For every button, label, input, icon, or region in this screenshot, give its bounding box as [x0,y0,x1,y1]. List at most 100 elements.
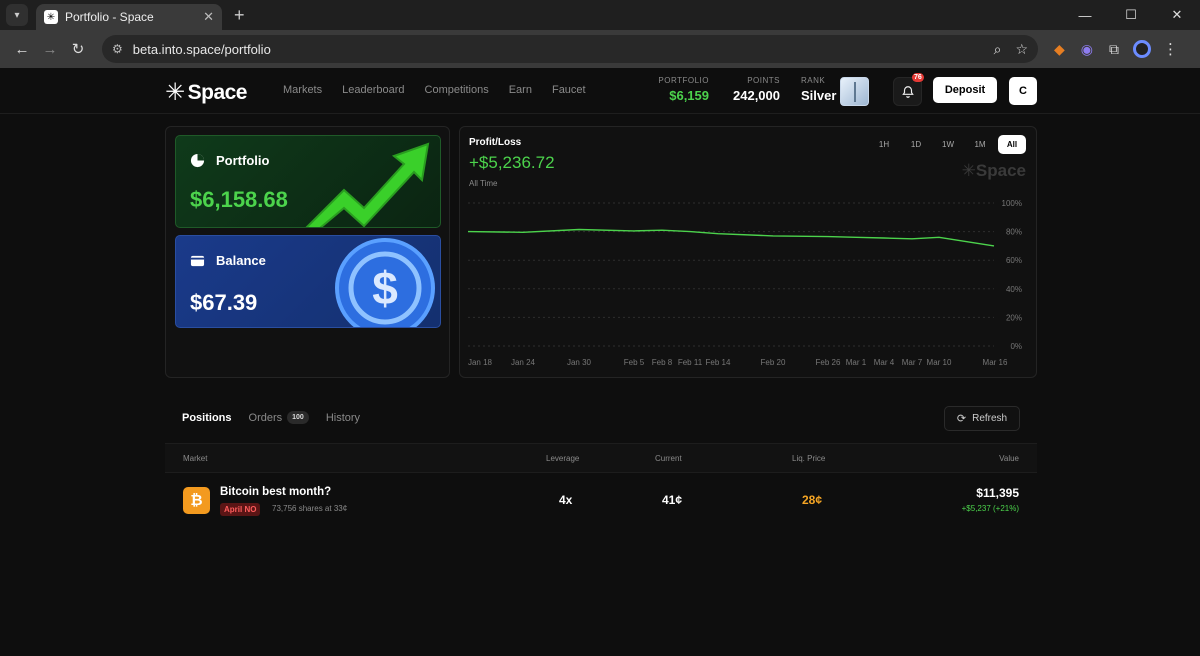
nav-faucet[interactable]: Faucet [552,84,586,96]
position-value: $11,395 [976,486,1019,500]
tab-orders[interactable]: Orders 100 [249,411,309,424]
pie-chart-icon [190,153,205,168]
bitcoin-icon: ₿ [183,487,210,514]
col-value: Value [999,454,1019,463]
metamask-extension-icon[interactable]: ◆ [1054,41,1065,58]
y-tick-label: 60% [1006,256,1022,265]
space-favicon-icon: ✳ [44,10,58,24]
pnl-value: +$5,236.72 [469,153,555,172]
x-tick-label: Mar 4 [874,358,895,367]
x-tick-label: Feb 11 [678,358,703,367]
bookmark-star-icon[interactable]: ☆ [1015,41,1028,58]
pnl-series-line [467,228,995,247]
range-1w[interactable]: 1W [934,135,962,154]
portfolio-label: PORTFOLIO [658,76,709,85]
refresh-label: Refresh [972,413,1008,424]
portfolio-card: Portfolio $6,158.68 [175,135,441,228]
profile-avatar-icon[interactable] [1133,40,1151,58]
x-tick-label: Mar 16 [983,358,1008,367]
summary-panel: Portfolio $6,158.68 $ Balance $67.39 [165,126,450,378]
refresh-button[interactable]: ⟳ Refresh [944,406,1020,431]
close-icon[interactable]: ✕ [203,9,214,25]
table-row[interactable]: ₿ Bitcoin best month? April NO 73,756 sh… [165,474,1037,526]
tab-orders-label: Orders [248,411,283,424]
space-watermark: ✳Space [961,161,1026,180]
back-icon[interactable]: ← [8,41,36,58]
portfolio-value: $6,159 [669,88,709,103]
minimize-icon[interactable]: — [1062,0,1108,30]
y-tick-label: 100% [1002,199,1022,208]
liq-price: 28¢ [802,493,823,507]
positions-table-header: Market Leverage Current Liq. Price Value [165,443,1037,473]
x-tick-label: Feb 8 [652,358,673,367]
market-name[interactable]: Bitcoin best month? [220,486,331,498]
window-close-icon[interactable]: ✕ [1154,0,1200,30]
trend-arrow-icon [305,142,430,227]
address-toolbar: ← → ↻ ⚙ beta.into.space/portfolio ⌕ ☆ ◆ … [0,30,1200,68]
wallet-extension-icon[interactable]: ◉ [1081,41,1093,58]
points-label: POINTS [747,76,780,85]
usdc-coin-icon: $ [335,238,435,327]
rank-label: RANK [801,76,826,85]
notification-count-badge: 76 [912,73,924,82]
time-range-selector: 1H 1D 1W 1M All [870,135,1026,154]
forward-icon[interactable]: → [36,41,64,58]
reload-icon[interactable]: ↻ [64,40,92,58]
pnl-period: All Time [469,179,498,188]
range-1h[interactable]: 1H [870,135,898,154]
shares-text: 73,756 shares at 33¢ [272,504,348,513]
pnl-title: Profit/Loss [469,137,522,148]
col-current: Current [655,454,682,463]
tab-title: Portfolio - Space [65,10,154,24]
balance-card-title: Balance [190,253,266,268]
y-tick-label: 40% [1006,285,1022,294]
nav-earn[interactable]: Earn [509,84,532,96]
tab-positions[interactable]: Positions [182,412,232,424]
portfolio-card-title: Portfolio [190,153,269,168]
zoom-icon[interactable]: ⌕ [994,41,1002,58]
extensions-puzzle-icon[interactable]: ⧉ [1109,41,1119,58]
balance-card-value: $67.39 [190,290,258,315]
maximize-icon[interactable]: ☐ [1108,0,1154,30]
rank-value: Silver [801,88,837,103]
tab-search-button[interactable]: ▾ [6,4,28,26]
x-tick-label: Mar 1 [846,358,867,367]
address-bar[interactable]: ⚙ beta.into.space/portfolio ⌕ ☆ [102,35,1038,63]
browser-menu-icon[interactable]: ⋮ [1163,40,1178,58]
position-pnl: +$5,237 (+21%) [961,504,1019,513]
new-tab-button[interactable]: + [234,5,245,26]
nav-leaderboard[interactable]: Leaderboard [342,84,404,96]
tab-history[interactable]: History [326,412,360,424]
pnl-chart-panel: 100% 80% 60% 40% 20% 0% Jan 18 Jan 24 Jan 30 Feb … [459,126,1037,378]
x-tick-label: Feb 14 [706,358,731,367]
main-nav: Markets Leaderboard Competitions Earn Fa… [283,84,586,96]
header-points-stat: POINTS 242,000 [728,76,780,103]
x-tick-label: Jan 24 [511,358,536,367]
range-1m[interactable]: 1M [966,135,994,154]
deposit-button[interactable]: Deposit [933,77,997,103]
range-all[interactable]: All [998,135,1026,154]
col-liq-price: Liq. Price [792,454,826,463]
x-tick-label: Feb 26 [816,358,841,367]
url-text[interactable]: beta.into.space/portfolio [133,42,980,57]
col-market: Market [183,454,208,463]
nav-competitions[interactable]: Competitions [425,84,489,96]
balance-card: $ Balance $67.39 [175,235,441,328]
side-badge: April NO [220,503,261,516]
nav-markets[interactable]: Markets [283,84,322,96]
portfolio-card-value: $6,158.68 [190,187,288,212]
header-portfolio-stat: PORTFOLIO $6,159 [658,76,709,103]
x-tick-label: Jan 18 [468,358,493,367]
wallet-icon [190,255,205,267]
site-info-icon[interactable]: ⚙ [112,42,123,56]
space-logo[interactable]: ✳ Space [165,78,247,107]
range-1d[interactable]: 1D [902,135,930,154]
current-price: 41¢ [662,493,683,507]
x-tick-label: Mar 7 [902,358,923,367]
y-tick-label: 0% [1010,342,1022,351]
x-tick-label: Mar 10 [927,358,952,367]
browser-tab[interactable]: ✳ Portfolio - Space ✕ [36,4,222,30]
avatar[interactable]: C [1009,77,1037,105]
x-tick-label: Feb 5 [624,358,645,367]
positions-tabs: Positions Orders 100 History [182,411,377,424]
